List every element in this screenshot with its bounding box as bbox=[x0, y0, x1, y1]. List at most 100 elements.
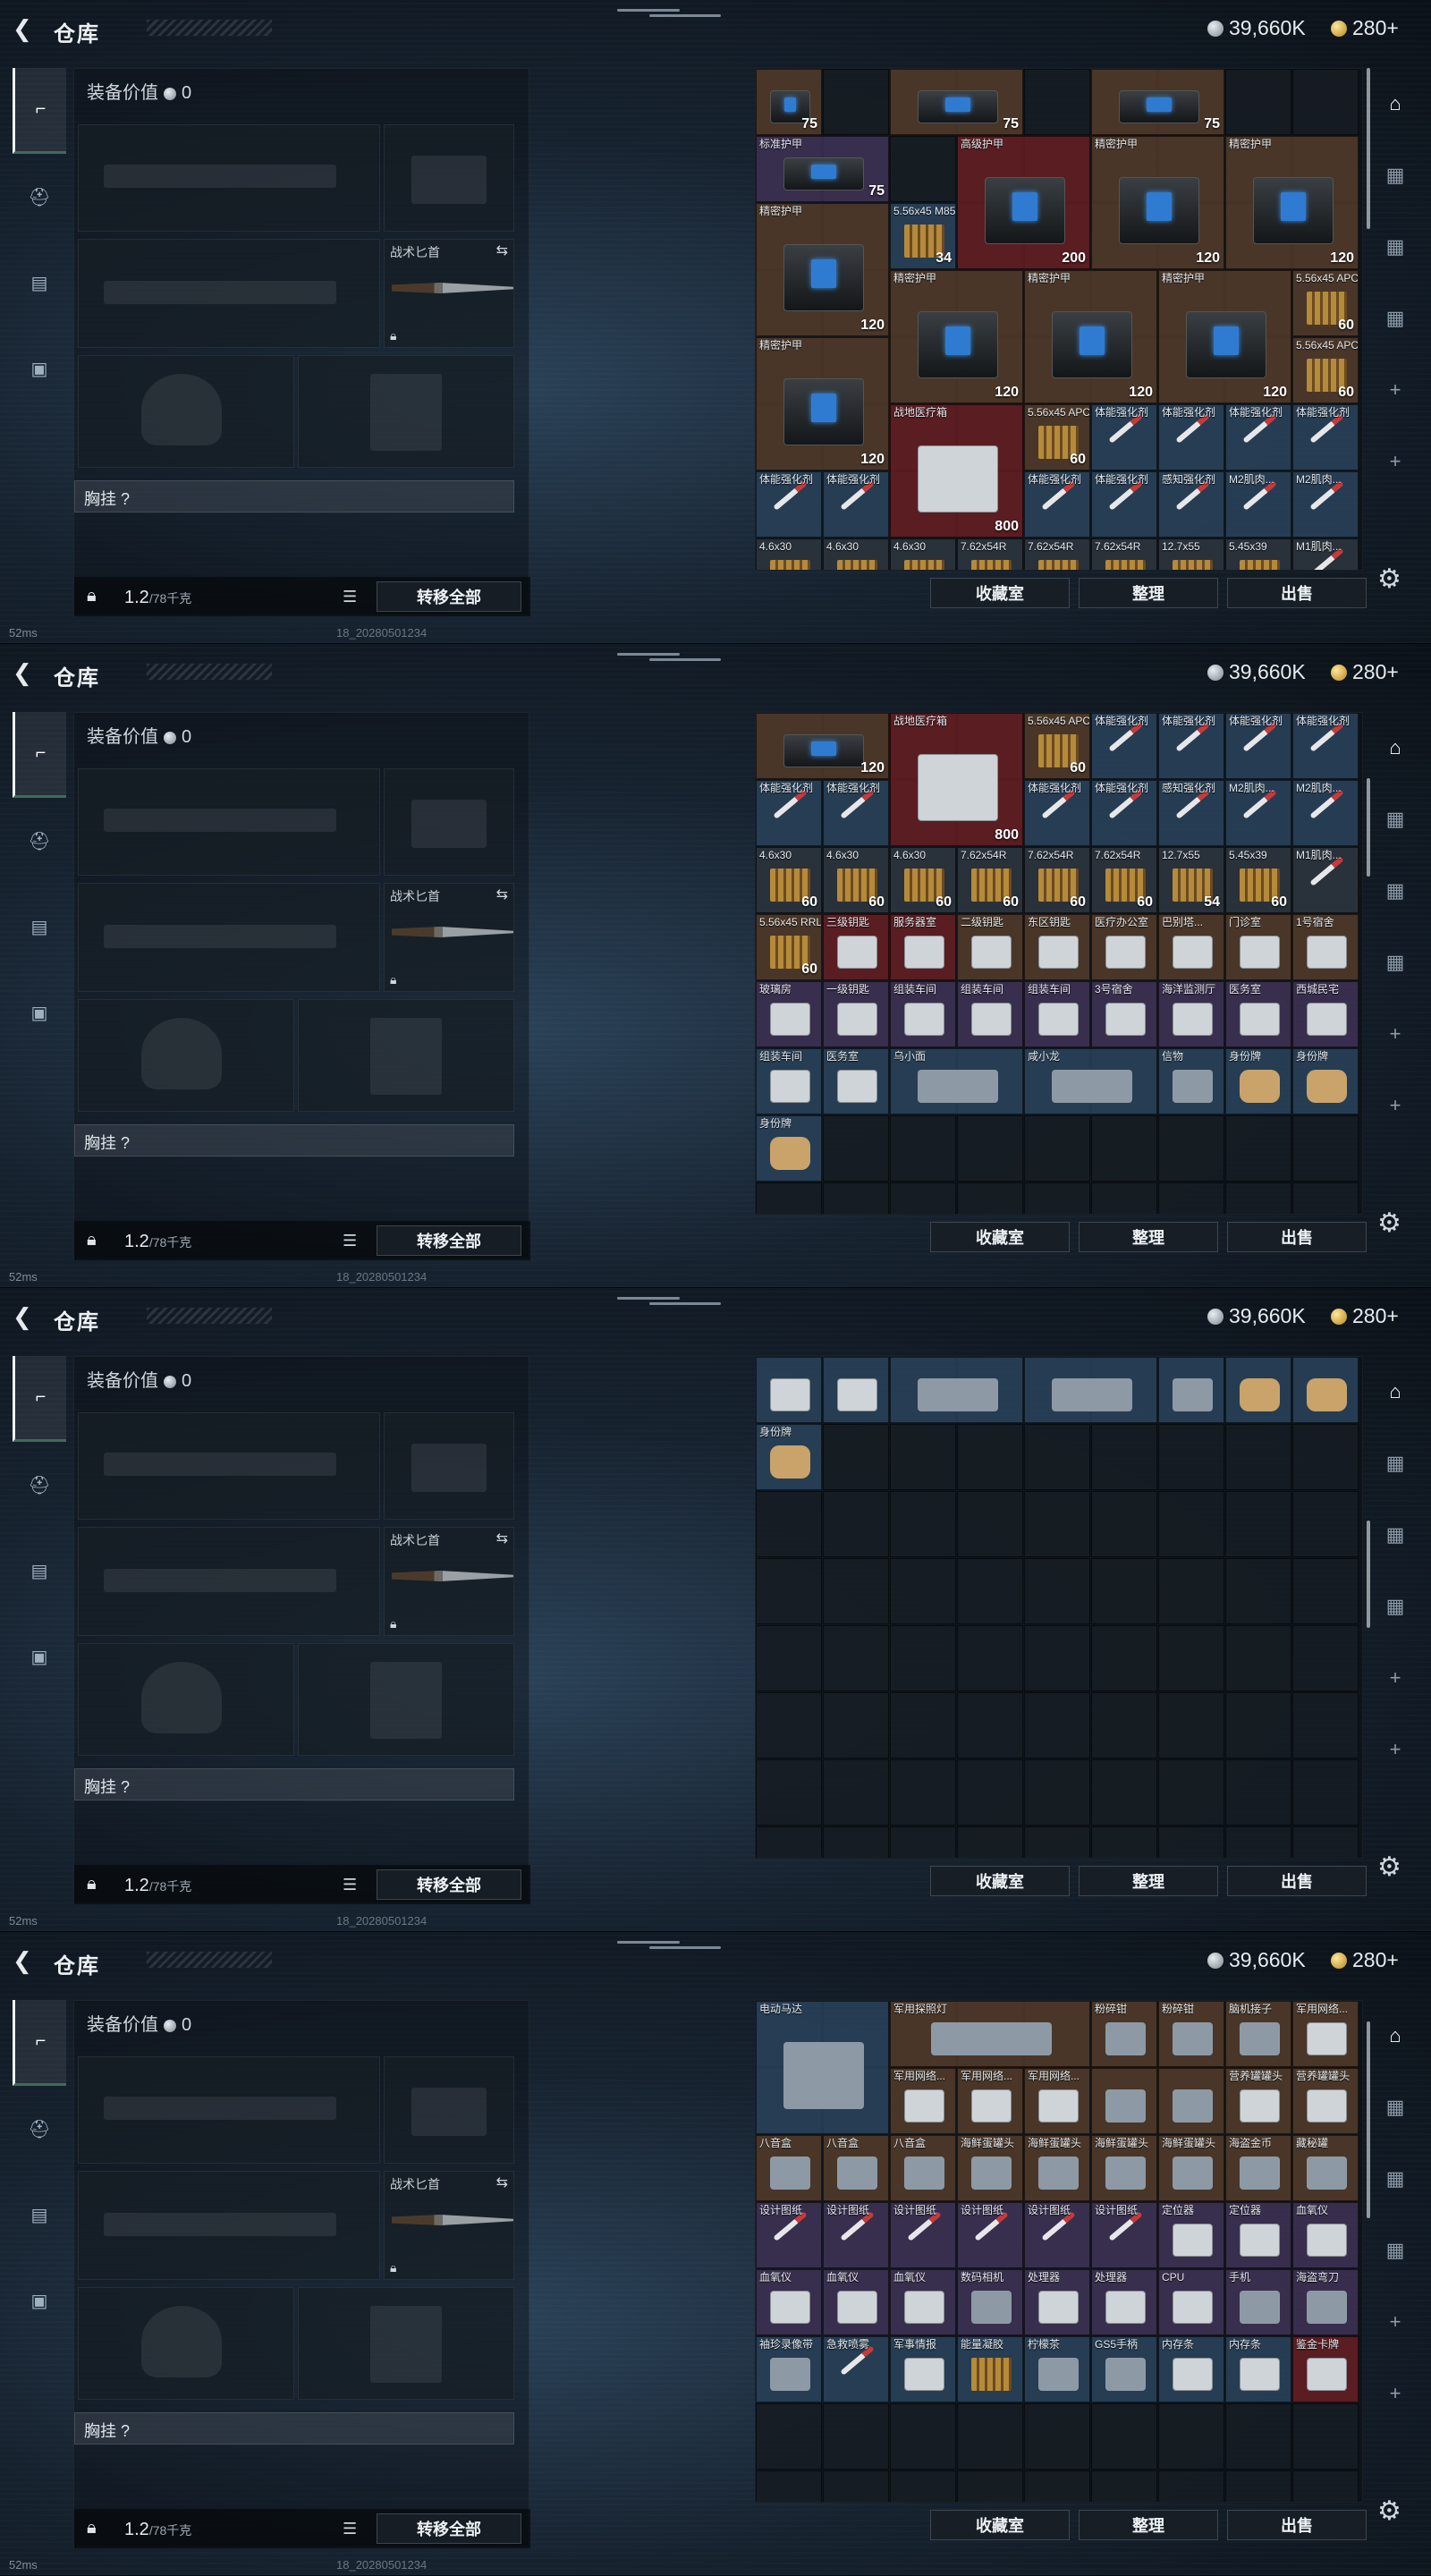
tab-helmet[interactable]: ⛑ bbox=[20, 177, 59, 216]
empty-slot[interactable] bbox=[890, 1558, 956, 1624]
empty-slot[interactable] bbox=[1091, 1826, 1157, 1858]
stash-item[interactable]: 体能强化剂 bbox=[1292, 713, 1359, 779]
stash-item[interactable]: 藏秘罐 bbox=[1292, 2135, 1359, 2201]
empty-slot[interactable] bbox=[823, 1491, 889, 1557]
stash-item[interactable]: 精密护甲 120 bbox=[756, 203, 889, 336]
tab-vest[interactable]: ▤ bbox=[20, 2195, 59, 2234]
back-button[interactable]: ❮ bbox=[13, 1948, 32, 1973]
empty-slot[interactable] bbox=[1158, 1625, 1224, 1691]
empty-slot[interactable] bbox=[756, 1491, 822, 1557]
pistol-slot[interactable] bbox=[384, 768, 514, 876]
empty-slot[interactable] bbox=[1292, 1826, 1359, 1858]
stash-item[interactable]: 5.45x39 bbox=[1225, 538, 1291, 570]
empty-slot[interactable] bbox=[1091, 1692, 1157, 1758]
stash-item[interactable]: 5.56x45 APC 60 bbox=[1292, 337, 1359, 403]
collection-room-button[interactable]: 收藏室 bbox=[930, 578, 1070, 608]
stash-home-tab[interactable]: ⌂ bbox=[1377, 1374, 1413, 1410]
stash-item[interactable]: 7.62x54R 60 bbox=[1091, 847, 1157, 913]
melee-slot[interactable]: 战术匕首 ⇆ 🔒︎ bbox=[384, 2171, 514, 2280]
empty-slot[interactable] bbox=[957, 1115, 1023, 1182]
sell-button[interactable]: 出售 bbox=[1227, 1222, 1367, 1252]
empty-slot[interactable] bbox=[1225, 1115, 1291, 1182]
empty-slot[interactable] bbox=[1225, 1625, 1291, 1691]
empty-slot[interactable] bbox=[1091, 1625, 1157, 1691]
armor-slot[interactable] bbox=[298, 1643, 514, 1756]
empty-slot[interactable] bbox=[1158, 1115, 1224, 1182]
stash-item[interactable]: 医疗办公室 bbox=[1091, 914, 1157, 980]
back-button[interactable]: ❮ bbox=[13, 16, 32, 41]
empty-slot[interactable] bbox=[823, 1692, 889, 1758]
tab-backpack[interactable]: ▣ bbox=[20, 2281, 59, 2320]
stash-item[interactable]: 75 bbox=[890, 69, 1023, 135]
empty-slot[interactable] bbox=[756, 1826, 822, 1858]
stash-item[interactable]: 4.6x30 60 bbox=[890, 847, 956, 913]
empty-slot[interactable] bbox=[823, 1558, 889, 1624]
stash-item[interactable]: 设计图纸 bbox=[957, 2202, 1023, 2268]
empty-slot[interactable] bbox=[823, 1424, 889, 1490]
stash-item[interactable]: 体能强化剂 bbox=[1158, 713, 1224, 779]
stash-item[interactable]: 设计图纸 bbox=[823, 2202, 889, 2268]
stash-item[interactable]: 战地医疗箱 800 bbox=[890, 404, 1023, 538]
empty-slot[interactable] bbox=[890, 1424, 956, 1490]
stash-item[interactable]: 海鲜蛋罐头 bbox=[1091, 2135, 1157, 2201]
stash-item[interactable]: M1肌肉... bbox=[1292, 538, 1359, 570]
stash-item[interactable]: 标准护甲 75 bbox=[756, 136, 889, 202]
sort-button[interactable]: 整理 bbox=[1079, 1222, 1218, 1252]
back-button[interactable]: ❮ bbox=[13, 1304, 32, 1329]
stash-item[interactable]: 袖珍录像带 bbox=[756, 2336, 822, 2402]
empty-slot[interactable] bbox=[1024, 2470, 1090, 2502]
transfer-all-button[interactable]: 转移全部 bbox=[377, 581, 521, 612]
collection-room-button[interactable]: 收藏室 bbox=[930, 1866, 1070, 1896]
secondary-weapon-slot[interactable] bbox=[78, 2171, 380, 2280]
plus-icon[interactable]: + bbox=[1386, 1948, 1398, 1971]
empty-slot[interactable] bbox=[957, 1826, 1023, 1858]
stash-item[interactable]: 东区钥匙 bbox=[1024, 914, 1090, 980]
empty-slot[interactable] bbox=[1292, 1692, 1359, 1758]
tab-backpack[interactable]: ▣ bbox=[20, 349, 59, 388]
stash-item[interactable]: 粉碎钳 bbox=[1091, 2001, 1157, 2067]
lock-icon[interactable]: 🔒︎ bbox=[87, 1230, 97, 1250]
stash-item[interactable]: 体能强化剂 bbox=[1091, 713, 1157, 779]
stash-item[interactable]: 军用探照灯 bbox=[890, 2001, 1090, 2067]
stash-item[interactable]: 柠檬茶 bbox=[1024, 2336, 1090, 2402]
stash-item[interactable]: 军用网络... bbox=[957, 2068, 1023, 2134]
list-icon[interactable]: ☰ bbox=[343, 588, 357, 606]
empty-slot[interactable] bbox=[1024, 1692, 1090, 1758]
add-page-button[interactable]: + bbox=[1377, 2304, 1413, 2340]
empty-slot[interactable] bbox=[890, 1826, 956, 1858]
empty-slot[interactable] bbox=[823, 69, 889, 135]
stash-item[interactable]: 血氧仪 bbox=[1292, 2202, 1359, 2268]
melee-slot[interactable]: 战术匕首 ⇆ 🔒︎ bbox=[384, 883, 514, 992]
transfer-all-button[interactable]: 转移全部 bbox=[377, 1869, 521, 1900]
empty-slot[interactable] bbox=[1292, 1759, 1359, 1826]
sell-button[interactable]: 出售 bbox=[1227, 578, 1367, 608]
empty-slot[interactable] bbox=[1024, 69, 1090, 135]
empty-slot[interactable] bbox=[1225, 1692, 1291, 1758]
empty-slot[interactable] bbox=[890, 2470, 956, 2502]
stash-item[interactable]: 手机 bbox=[1225, 2269, 1291, 2335]
empty-slot[interactable] bbox=[1024, 1759, 1090, 1826]
tab-weapons[interactable]: ⌐ bbox=[13, 1356, 66, 1442]
stash-item[interactable]: 精密护甲 120 bbox=[1225, 136, 1359, 269]
stash-item[interactable]: 感知强化剂 bbox=[1158, 780, 1224, 846]
empty-slot[interactable] bbox=[890, 1491, 956, 1557]
stash-item[interactable] bbox=[1225, 1357, 1291, 1423]
stash-item[interactable]: 体能强化剂 bbox=[1024, 471, 1090, 538]
stash-item[interactable]: 120 bbox=[756, 713, 889, 779]
stash-item[interactable]: 7.62x54R 60 bbox=[957, 847, 1023, 913]
tab-weapons[interactable]: ⌐ bbox=[13, 712, 66, 798]
empty-slot[interactable] bbox=[890, 1692, 956, 1758]
stash-item[interactable]: 海鲜蛋罐头 bbox=[1024, 2135, 1090, 2201]
stash-item[interactable] bbox=[1091, 2068, 1157, 2134]
stash-item[interactable]: 5.56x45 APC 60 bbox=[1024, 404, 1090, 470]
stash-item[interactable]: 组装车间 bbox=[957, 981, 1023, 1047]
empty-slot[interactable] bbox=[890, 136, 956, 202]
empty-slot[interactable] bbox=[1158, 1759, 1224, 1826]
sort-button[interactable]: 整理 bbox=[1079, 1866, 1218, 1896]
stash-item[interactable]: 体能强化剂 bbox=[1091, 404, 1157, 470]
stash-item[interactable]: 海洋监测厅 bbox=[1158, 981, 1224, 1047]
stash-item[interactable]: 5.56x45 RRLP 60 bbox=[756, 914, 822, 980]
secondary-weapon-slot[interactable] bbox=[78, 239, 380, 348]
stash-item[interactable]: 内存条 bbox=[1225, 2336, 1291, 2402]
settings-gear-icon[interactable]: ⚙ bbox=[1377, 564, 1401, 595]
